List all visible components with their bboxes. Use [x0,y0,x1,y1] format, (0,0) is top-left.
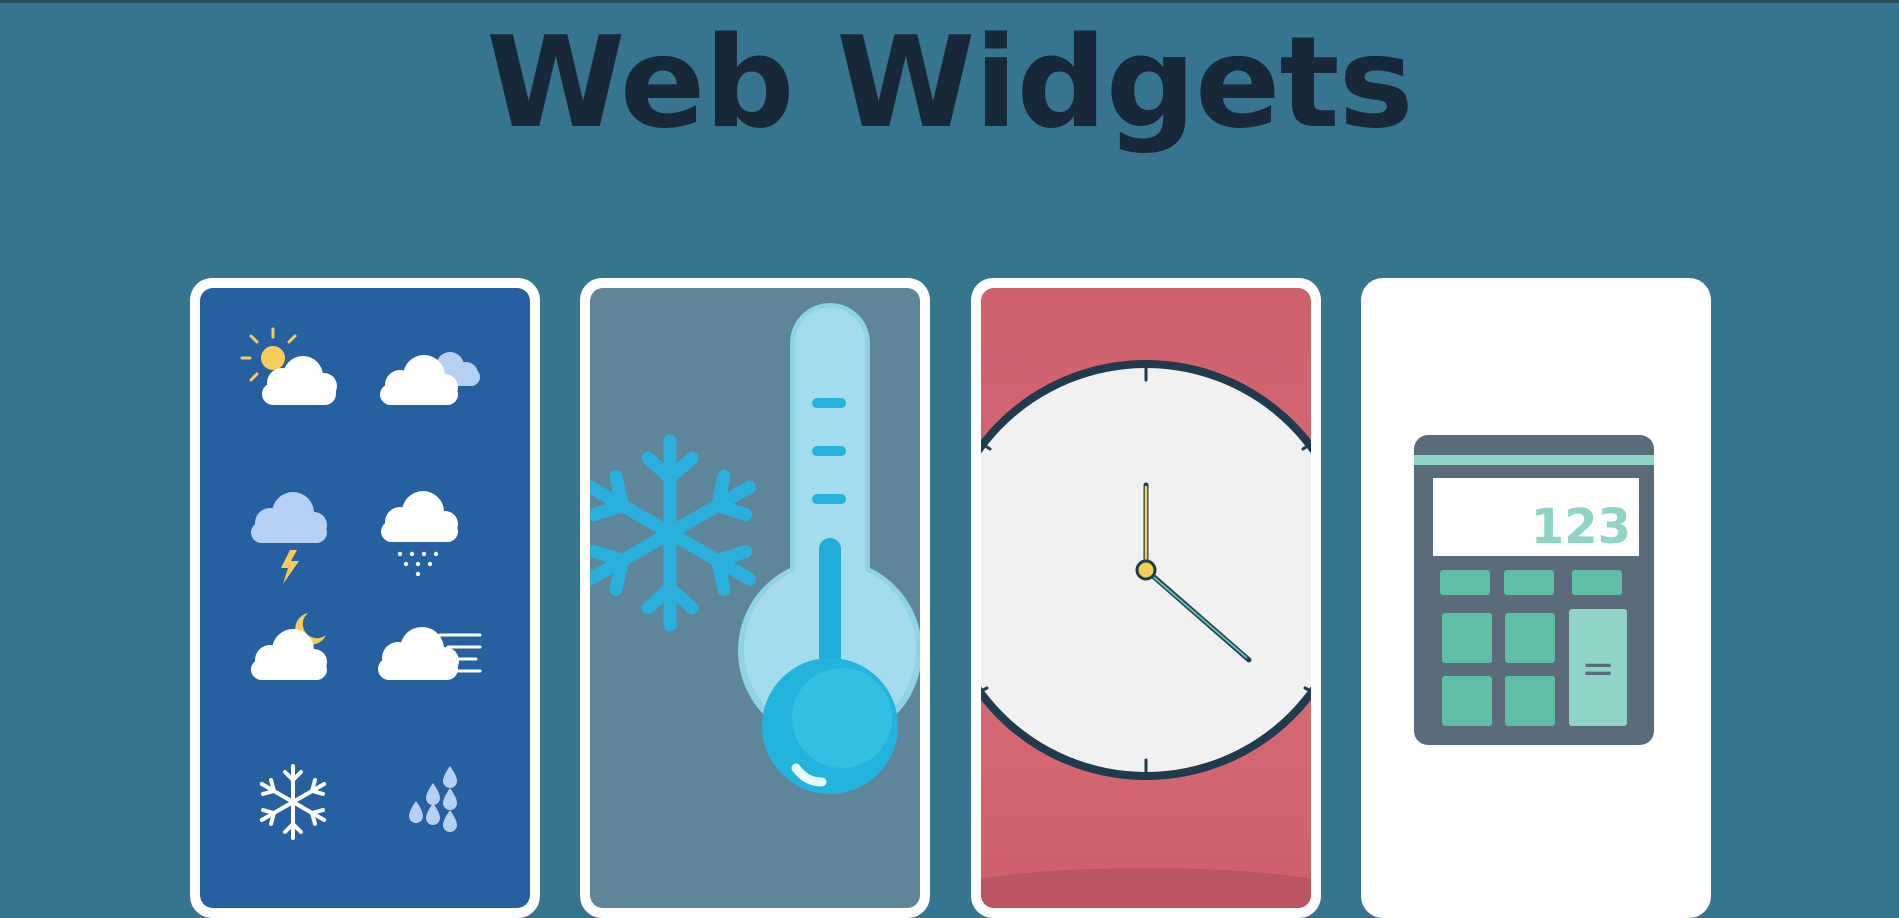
calculator-icon: 123 = [1414,435,1654,745]
rain-drops-icon [409,766,457,832]
temperature-widget-inner [590,288,920,908]
weather-icons [240,327,482,840]
thunderstorm-icon [251,492,327,584]
night-cloud-icon [251,613,327,680]
partly-sunny-icon [240,327,337,405]
calculator-widget-inner: 123 = [1371,288,1701,908]
calculator-display-value: 123 [1531,499,1631,555]
temperature-widget-card[interactable] [580,278,930,918]
clock-shadow [981,868,1311,908]
clock-widget-inner [981,288,1311,908]
weather-widget-card[interactable] [190,278,540,918]
clock-widget-card[interactable] [971,278,1321,918]
top-border [0,0,1899,3]
snowflake-icon [255,764,331,840]
thermometer-body [738,303,920,794]
windy-cloud-icon [378,627,482,680]
cloudy-icon [380,352,480,405]
equals-key-label: = [1581,646,1615,692]
page-title: Web Widgets [486,9,1413,156]
clock-center [1135,559,1157,581]
weather-widget-inner [200,288,530,908]
snow-cloud-icon [381,491,458,577]
thermometer-icon [590,303,920,794]
clock-icon [981,360,1311,908]
calculator-widget-card[interactable]: 123 = [1361,278,1711,918]
snowflake-icon [590,434,761,625]
